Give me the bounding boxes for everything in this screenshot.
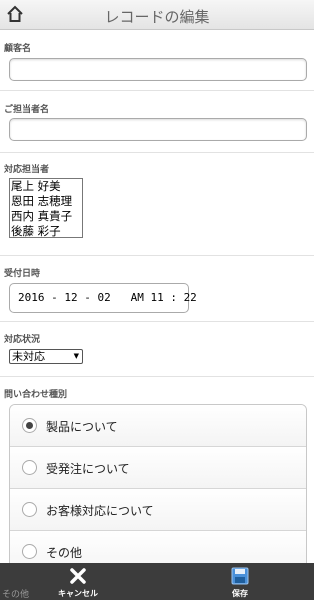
received-datetime-input[interactable]: 2016 - 12 - 02 AM 11 : 22 <box>9 283 197 313</box>
received-section: 受付日時 2016 - 12 - 02 AM 11 : 22 <box>0 256 314 322</box>
obscured-text: その他 <box>2 590 30 600</box>
cancel-label: キャンセル <box>58 589 98 598</box>
radio-checked-icon <box>22 418 37 433</box>
staff-option[interactable]: 恩田 志穂理 <box>10 194 82 209</box>
inquiry-option-customer-service[interactable]: お客様対応について <box>10 489 306 531</box>
page-title: レコードの編集 <box>104 8 210 26</box>
save-label: 保存 <box>232 589 248 598</box>
save-button[interactable]: 保存 <box>190 563 290 600</box>
status-selected-value: 未対応 <box>12 350 45 363</box>
radio-unchecked-icon <box>22 460 37 475</box>
status-label: 対応状況 <box>4 335 41 345</box>
footer-toolbar: その他 キャンセル 保存 <box>0 563 314 600</box>
status-select[interactable]: 未対応 ▼ <box>9 349 83 364</box>
received-label: 受付日時 <box>4 269 41 279</box>
dropdown-arrow-icon: ▼ <box>73 352 79 360</box>
inquiry-option-product[interactable]: 製品について <box>10 405 306 447</box>
radio-unchecked-icon <box>22 544 37 559</box>
staff-option[interactable]: 尾上 好美 <box>10 179 82 194</box>
inquiry-section: 問い合わせ種別 製品について 受発注について お客様対応について その他 <box>0 377 314 574</box>
staff-option[interactable]: 後藤 彩子 <box>10 224 82 237</box>
staff-label: 対応担当者 <box>4 165 50 175</box>
radio-label: その他 <box>46 546 83 560</box>
status-section: 対応状況 未対応 ▼ <box>0 322 314 377</box>
customer-label: 顧客名 <box>4 44 32 54</box>
radio-label: お客様対応について <box>46 504 154 518</box>
inquiry-radio-group: 製品について 受発注について お客様対応について その他 <box>9 404 307 574</box>
radio-unchecked-icon <box>22 502 37 517</box>
staff-section: 対応担当者 尾上 好美 恩田 志穂理 西内 真貴子 後藤 彩子 <box>0 153 314 256</box>
contact-section: ご担当者名 <box>0 91 314 153</box>
staff-listbox[interactable]: 尾上 好美 恩田 志穂理 西内 真貴子 後藤 彩子 <box>9 178 83 238</box>
customer-section: 顧客名 <box>0 31 314 91</box>
close-icon <box>70 568 86 584</box>
save-disk-icon <box>231 567 249 585</box>
radio-label: 受発注について <box>46 462 130 476</box>
contact-name-input[interactable] <box>9 118 307 141</box>
inquiry-label: 問い合わせ種別 <box>4 390 68 400</box>
contact-label: ご担当者名 <box>4 105 50 115</box>
header-bar: レコードの編集 <box>0 0 314 30</box>
inquiry-option-orders[interactable]: 受発注について <box>10 447 306 489</box>
cancel-button[interactable]: キャンセル <box>28 563 128 600</box>
staff-option[interactable]: 西内 真貴子 <box>10 209 82 224</box>
customer-name-input[interactable] <box>9 58 307 81</box>
radio-label: 製品について <box>46 420 118 434</box>
